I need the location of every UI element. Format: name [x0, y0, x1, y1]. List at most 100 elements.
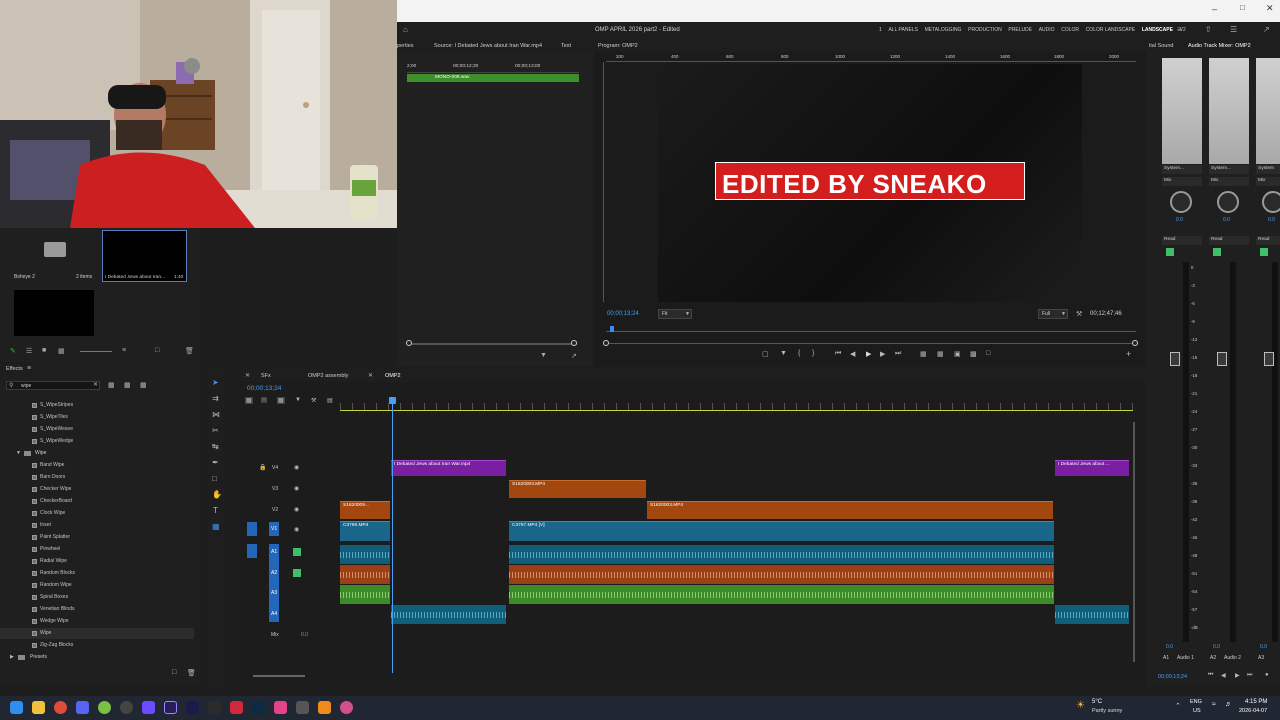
minimize-button[interactable]: – — [1212, 4, 1217, 14]
add-marker-icon[interactable]: ▼ — [295, 397, 301, 403]
audio-clip-a1-b[interactable] — [509, 545, 1054, 564]
step-back-icon[interactable]: ◀ — [1221, 672, 1226, 679]
play-icon[interactable]: ▶ — [1235, 672, 1240, 679]
source-patch-v1[interactable] — [247, 522, 257, 536]
clip-v3[interactable]: S1620003.MP4 — [509, 480, 646, 498]
after-effects-icon[interactable] — [186, 701, 199, 714]
fit-dropdown[interactable]: Fit ▼ — [658, 309, 692, 319]
timeline-scrollbar[interactable] — [253, 675, 305, 677]
file-explorer-icon[interactable] — [32, 701, 45, 714]
pen-tool-icon[interactable]: ✒ — [212, 458, 219, 467]
yuv-effects-icon[interactable]: ▦ — [140, 381, 147, 389]
hand-tool-icon[interactable]: ✋ — [212, 490, 222, 499]
tab-sfx[interactable]: SFx — [261, 373, 271, 379]
mixer-timecode[interactable]: 00;00;13;24 — [1158, 674, 1187, 680]
lift-icon[interactable]: ▢ — [762, 350, 769, 358]
start-icon[interactable] — [10, 701, 23, 714]
maximize-button[interactable]: □ — [1240, 3, 1245, 12]
tab-properties[interactable]: perties — [397, 43, 414, 49]
audio-clip-a2-b[interactable] — [509, 565, 1054, 584]
wipe-item[interactable]: Zig-Zag Blocks — [40, 642, 73, 648]
step-forward-icon[interactable]: ▶ — [880, 350, 885, 358]
mix-value[interactable]: 0.0 — [301, 632, 308, 638]
eye-icon[interactable]: ◉ — [294, 485, 299, 492]
tab-essential-sound[interactable]: tial Sound — [1149, 43, 1173, 49]
playhead-marker[interactable] — [610, 326, 614, 332]
wipe-item-selected[interactable]: Wipe — [40, 630, 51, 636]
wipe-item[interactable]: Venetian Blinds — [40, 606, 74, 612]
automation-a3[interactable]: Read — [1256, 236, 1280, 245]
zoom-handle-right[interactable] — [1132, 340, 1138, 346]
automation-a1[interactable]: Read — [1162, 236, 1202, 245]
workspace-landscape[interactable]: LANDSCAPE — [1142, 27, 1173, 33]
close-tab-icon[interactable]: ✕ — [368, 372, 373, 379]
insert-slot-a2[interactable] — [1209, 58, 1249, 164]
clip-v2-a[interactable]: S1620009... — [340, 501, 390, 519]
mute-button-a1[interactable] — [1166, 248, 1174, 256]
track-select-tool-icon[interactable]: ⇉ — [212, 394, 219, 403]
caption-tool-icon[interactable]: ▦ — [212, 522, 220, 531]
new-folder-icon[interactable]: □ — [172, 669, 176, 676]
source-nav-handle-left[interactable] — [406, 340, 412, 346]
channel-mode-a2[interactable]: Mix — [1209, 177, 1249, 186]
play-icon[interactable]: ▶ — [866, 350, 871, 358]
rectangle-tool-icon[interactable]: □ — [212, 474, 217, 483]
lock-icon[interactable]: 🔒 — [259, 464, 266, 471]
discord-icon[interactable] — [76, 701, 89, 714]
folder-collapsed-icon[interactable]: ▶ — [10, 654, 14, 660]
folder-icon[interactable] — [44, 242, 66, 257]
chrome-icon[interactable] — [54, 701, 67, 714]
vertical-scrollbar[interactable] — [1133, 422, 1135, 662]
effect-item[interactable]: S_WipeTiles — [40, 414, 68, 420]
eye-icon[interactable]: ◉ — [294, 506, 299, 513]
wipe-item[interactable]: Radial Wipe — [40, 558, 67, 564]
list-view-icon[interactable]: ☰ — [26, 347, 32, 355]
go-to-out-icon[interactable]: ⏭ — [1247, 672, 1252, 679]
insert-icon[interactable]: ▦ — [920, 350, 927, 358]
weather-icon[interactable]: ☀ — [1076, 700, 1085, 711]
audio-clip-a2-a[interactable] — [340, 565, 390, 584]
close-button[interactable]: ✕ — [1266, 3, 1274, 14]
clip-thumbnail[interactable]: I Debated Jews about Iran... 1:40 — [102, 230, 187, 282]
compare-icon[interactable]: ▩ — [970, 350, 977, 358]
source-audio-clip[interactable]: MONO-008.wav — [407, 74, 579, 82]
workspaces-menu-icon[interactable]: ≡ — [1177, 25, 1182, 34]
zoom-handle-left[interactable] — [603, 340, 609, 346]
marker-icon[interactable]: ▼ — [780, 350, 787, 357]
pencil-icon[interactable]: ✎ — [10, 347, 16, 355]
wipe-item[interactable]: CheckerBoard — [40, 498, 72, 504]
channel-mode-a1[interactable]: Mix — [1162, 177, 1202, 186]
app-icon[interactable] — [296, 701, 309, 714]
insert-slot-a3[interactable] — [1256, 58, 1280, 164]
proton-icon[interactable] — [142, 701, 155, 714]
tab-omp2-assembly[interactable]: OMP2 assembly — [308, 373, 348, 379]
chrome-icon[interactable] — [340, 701, 353, 714]
mute-button-a2[interactable] — [1213, 248, 1221, 256]
tab-source[interactable]: Source: I Debated Jews about Iran War.mp… — [434, 43, 542, 49]
mute-button-a3[interactable] — [1260, 248, 1268, 256]
channel-volume-a2[interactable]: 0.0 — [1213, 644, 1220, 650]
channel-input-a3[interactable]: System — [1256, 165, 1280, 174]
effect-item[interactable]: S_WipeWeave — [40, 426, 73, 432]
channel-volume-a3[interactable]: 0.0 — [1260, 644, 1267, 650]
channel-volume-a1[interactable]: 0.0 — [1166, 644, 1173, 650]
obs-icon[interactable] — [120, 701, 133, 714]
wipe-item[interactable]: Barn Doors — [40, 474, 65, 480]
fullscreen-icon[interactable]: ↗ — [1263, 25, 1270, 34]
fader-a2[interactable] — [1217, 352, 1227, 366]
vlc-icon[interactable] — [318, 701, 331, 714]
wrench-icon[interactable]: ⚒ — [1076, 310, 1082, 318]
home-icon[interactable]: ⌂ — [403, 25, 408, 34]
audio-clip-a3-a[interactable] — [340, 585, 390, 604]
camera-icon[interactable]: ▣ — [954, 350, 961, 358]
record-icon[interactable]: ● — [1265, 672, 1269, 678]
program-video-frame[interactable]: EDITED BY SNEAKO — [658, 64, 1082, 302]
audio-clip-a4-a[interactable] — [391, 605, 506, 624]
sort-icon[interactable]: ≡ — [122, 347, 126, 354]
audio-clip-a3-b[interactable] — [509, 585, 1054, 604]
pan-knob-a1[interactable] — [1170, 191, 1192, 213]
wifi-icon[interactable]: ≈ — [1212, 701, 1216, 708]
wipe-item[interactable]: Clock Wipe — [40, 510, 65, 516]
workspace-metalogging[interactable]: METALOGGING — [925, 27, 962, 33]
insert-slot-a1[interactable] — [1162, 58, 1202, 164]
